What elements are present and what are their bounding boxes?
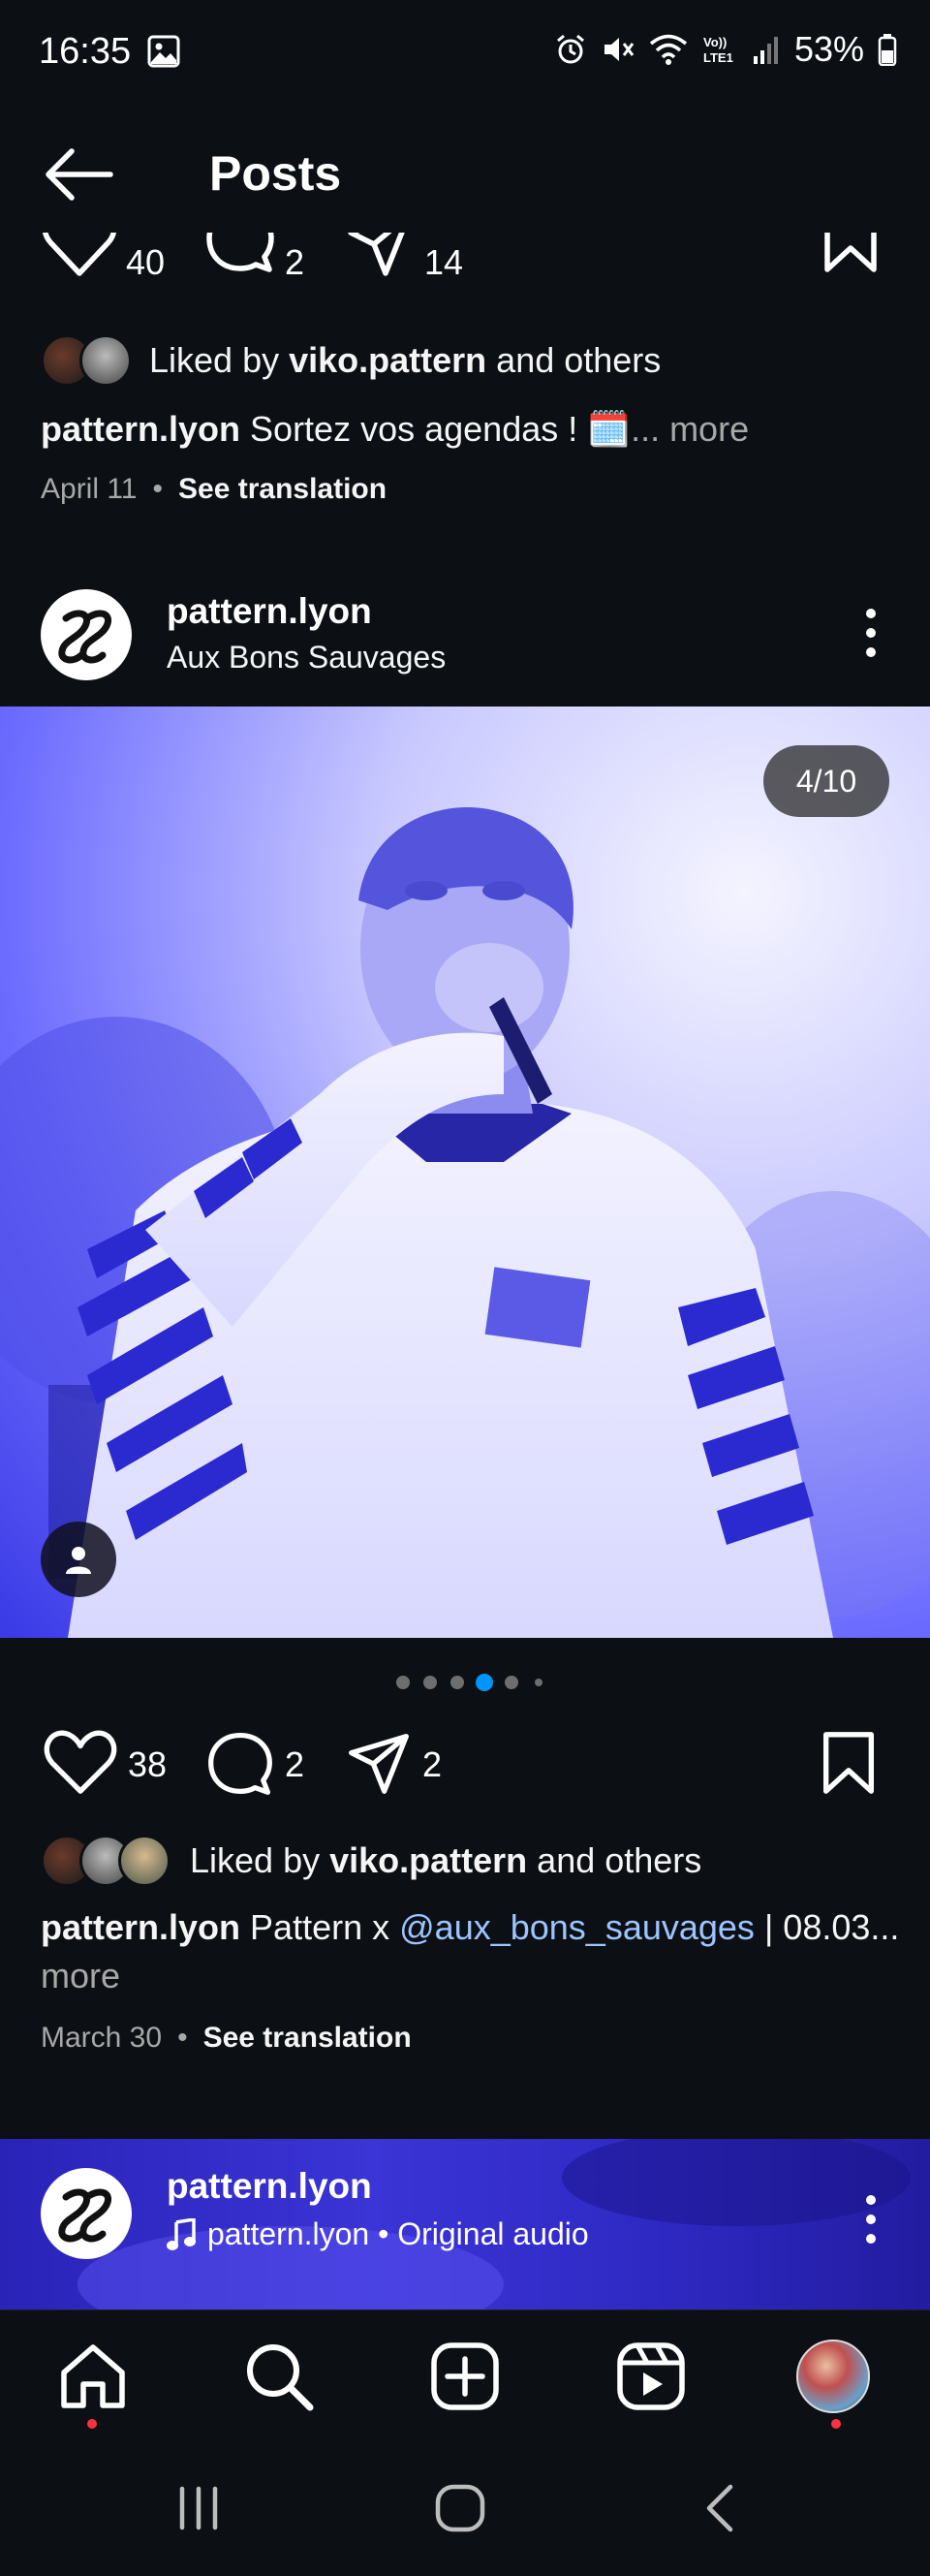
post-location[interactable]: Aux Bons Sauvages	[167, 640, 446, 675]
liked-by-row[interactable]: Liked by viko.pattern and others	[41, 1832, 701, 1890]
gallery-icon	[147, 35, 180, 68]
caption-rest: | 08.03...	[763, 1907, 900, 1947]
post-actions: 38 2 2	[0, 1719, 930, 1806]
separator-dot: •	[152, 473, 164, 505]
mute-icon	[604, 38, 635, 61]
like-count[interactable]: 38	[128, 1744, 167, 1785]
home-button-icon[interactable]	[434, 2483, 486, 2533]
bottom-nav	[0, 2309, 930, 2440]
prev-like-count: 40	[126, 242, 166, 282]
system-navigation-bar	[0, 2440, 930, 2576]
signal-icon	[753, 37, 778, 64]
liked-avatars	[41, 1835, 190, 1887]
profile-avatar[interactable]	[796, 2340, 870, 2413]
post-date: April 11	[41, 473, 138, 505]
post-caption: pattern.lyon Pattern x @aux_bons_sauvage…	[41, 1903, 899, 2000]
music-note-icon	[167, 2217, 196, 2250]
more-options-icon[interactable]	[864, 2193, 878, 2246]
svg-text:LTE1: LTE1	[703, 50, 733, 65]
avatar[interactable]	[41, 2168, 132, 2259]
bookmark-icon[interactable]	[822, 233, 880, 275]
caption-username[interactable]: pattern.lyon	[41, 409, 240, 449]
home-notification-dot	[87, 2419, 97, 2429]
post-meta-row: March 30 • See translation	[41, 2022, 412, 2055]
recent-apps-icon[interactable]	[174, 2485, 223, 2531]
comment-count[interactable]: 2	[285, 1744, 304, 1785]
tagged-people-button[interactable]	[41, 1522, 116, 1597]
caption-text: Sortez vos agendas ! 🗓️	[250, 409, 632, 449]
arrow-left-icon[interactable]	[43, 143, 116, 205]
reel-username[interactable]: pattern.lyon	[167, 2166, 372, 2207]
battery-icon	[878, 34, 897, 66]
reel-audio[interactable]: pattern.lyon • Original audio	[167, 2216, 589, 2252]
heart-icon[interactable]	[41, 233, 118, 277]
carousel-dot	[396, 1676, 410, 1689]
status-time: 16:35	[39, 31, 132, 72]
post-username[interactable]: pattern.lyon	[167, 591, 372, 632]
see-translation-link[interactable]: See translation	[178, 473, 387, 506]
bookmark-icon[interactable]	[820, 1729, 878, 1797]
caption-more[interactable]: more	[41, 1952, 893, 2000]
prev-share-count: 14	[424, 242, 464, 282]
separator-dot: •	[177, 2022, 188, 2054]
carousel-dot	[535, 1679, 542, 1686]
liked-by-text: Liked by viko.pattern and others	[149, 340, 662, 380]
create-icon[interactable]	[428, 2340, 502, 2413]
page-header: Posts	[0, 126, 930, 223]
volte-icon: Vo)) LTE1	[703, 35, 733, 65]
avatar	[118, 1835, 170, 1887]
carousel-dot	[423, 1676, 437, 1689]
prev-caption: pattern.lyon Sortez vos agendas ! 🗓️... …	[41, 405, 893, 454]
back-nav-icon[interactable]	[703, 2483, 736, 2533]
profile-notification-dot	[831, 2419, 841, 2429]
caption-text: Pattern x	[250, 1907, 390, 1947]
performer-photo	[0, 807, 930, 1638]
person-icon	[66, 1547, 91, 1574]
page-title: Posts	[209, 146, 342, 201]
prev-post-actions: 40 2 14	[0, 233, 930, 300]
svg-text:Vo)): Vo))	[703, 35, 727, 49]
battery-percent: 53%	[793, 29, 864, 69]
share-count[interactable]: 2	[422, 1744, 442, 1785]
prev-liked-by-row[interactable]: Liked by viko.pattern and others	[41, 331, 661, 390]
carousel-counter: 4/10	[763, 745, 889, 817]
wifi-icon	[649, 34, 688, 65]
avatar[interactable]	[41, 589, 132, 680]
caption-mention[interactable]: @aux_bons_sauvages	[399, 1907, 755, 1947]
prev-meta-row: April 11 • See translation	[41, 473, 387, 506]
alarm-icon	[556, 34, 584, 64]
next-post-preview[interactable]: pattern.lyon pattern.lyon • Original aud…	[0, 2139, 930, 2309]
carousel-dot	[505, 1676, 518, 1689]
caption-username[interactable]: pattern.lyon	[41, 1907, 240, 1947]
comment-icon[interactable]	[205, 1729, 275, 1797]
share-icon[interactable]	[345, 233, 415, 279]
search-icon[interactable]	[242, 2340, 316, 2413]
prev-comment-count: 2	[285, 242, 305, 282]
pattern-logo-icon	[58, 610, 111, 664]
carousel-dot	[476, 1674, 493, 1691]
avatar	[79, 334, 132, 387]
pattern-logo-icon	[58, 2188, 111, 2243]
more-options-icon[interactable]	[864, 607, 878, 659]
liked-by-text: Liked by viko.pattern and others	[190, 1840, 702, 1880]
carousel-indicator	[0, 1667, 930, 1696]
share-icon[interactable]	[345, 1731, 413, 1797]
post-header: pattern.lyon Aux Bons Sauvages	[0, 578, 930, 684]
home-icon[interactable]	[56, 2340, 130, 2413]
liked-avatars	[41, 334, 149, 387]
see-translation-link[interactable]: See translation	[203, 2022, 412, 2055]
heart-icon[interactable]	[43, 1729, 118, 1797]
post-date: March 30	[41, 2022, 163, 2054]
caption-more[interactable]: ... more	[631, 409, 749, 449]
status-icons: Vo)) LTE1 53%	[554, 29, 897, 70]
carousel-dot	[450, 1676, 464, 1689]
comment-icon[interactable]	[203, 233, 277, 273]
post-image[interactable]: 4/10	[0, 707, 930, 1638]
status-bar: 16:35 Vo)) LTE1 53%	[0, 0, 930, 107]
reels-icon[interactable]	[614, 2340, 688, 2413]
